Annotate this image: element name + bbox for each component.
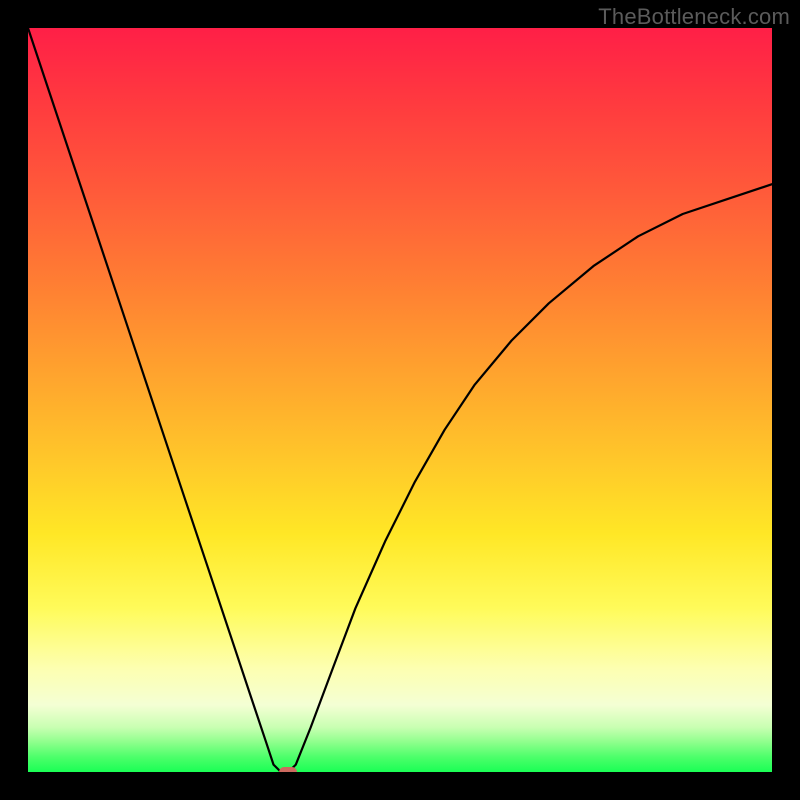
optimal-marker: [279, 767, 297, 772]
plot-area: [28, 28, 772, 772]
watermark-text: TheBottleneck.com: [598, 4, 790, 30]
bottleneck-curve: [28, 28, 772, 772]
chart-frame: TheBottleneck.com: [0, 0, 800, 800]
